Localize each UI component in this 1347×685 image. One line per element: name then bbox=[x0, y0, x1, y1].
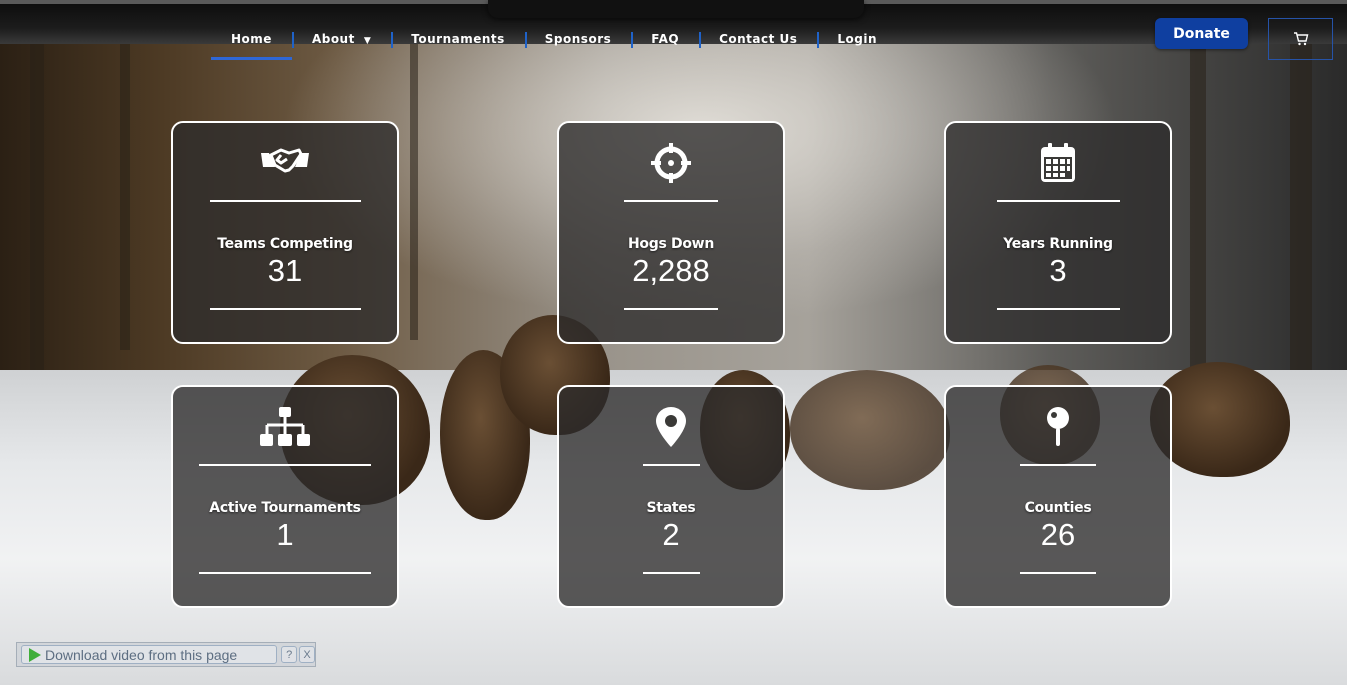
divider bbox=[199, 464, 371, 466]
divider bbox=[996, 308, 1120, 310]
calendar-icon bbox=[1040, 141, 1076, 185]
nav-about-label: About bbox=[311, 32, 355, 46]
play-icon bbox=[29, 647, 41, 662]
stat-card-active-tournaments: Active Tournaments 1 bbox=[171, 385, 399, 608]
stat-card-hogs-down: Hogs Down 2,288 bbox=[557, 121, 785, 344]
tree-trunk bbox=[1290, 40, 1312, 400]
nav-sponsors[interactable]: Sponsors bbox=[524, 28, 631, 60]
cart-icon bbox=[1293, 32, 1308, 46]
stat-card-teams-competing: Teams Competing 31 bbox=[171, 121, 399, 344]
nav-about[interactable]: About ▼ bbox=[291, 28, 391, 60]
stat-value: 31 bbox=[267, 253, 303, 288]
divider bbox=[624, 308, 718, 310]
sitemap-icon bbox=[259, 405, 311, 449]
download-video-toolbar: Download video from this page ? X bbox=[16, 642, 316, 667]
nav-home[interactable]: Home bbox=[211, 28, 292, 60]
cart-button[interactable] bbox=[1268, 18, 1333, 60]
stat-value: 2 bbox=[662, 517, 680, 552]
stat-value: 26 bbox=[1040, 517, 1076, 552]
help-button[interactable]: ? bbox=[281, 646, 298, 663]
stat-label: States bbox=[646, 500, 696, 516]
divider bbox=[1020, 464, 1096, 466]
divider bbox=[642, 464, 700, 466]
nav-login[interactable]: Login bbox=[817, 28, 897, 60]
divider bbox=[642, 572, 700, 574]
nav-sponsors-label: Sponsors bbox=[544, 32, 612, 46]
stat-card-states: States 2 bbox=[557, 385, 785, 608]
download-video-label: Download video from this page bbox=[45, 646, 238, 663]
map-marker-icon bbox=[655, 405, 687, 449]
divider bbox=[199, 572, 371, 574]
nav-tournaments-label: Tournaments bbox=[411, 32, 505, 46]
divider bbox=[1020, 572, 1096, 574]
stat-value: 3 bbox=[1049, 253, 1067, 288]
chevron-down-icon: ▼ bbox=[363, 36, 372, 46]
nav-tournaments[interactable]: Tournaments bbox=[391, 28, 525, 60]
crosshairs-icon bbox=[650, 141, 692, 185]
nav-contact-us[interactable]: Contact Us bbox=[699, 28, 817, 60]
close-button[interactable]: X bbox=[299, 646, 316, 663]
stat-card-years-running: Years Running 3 bbox=[944, 121, 1172, 344]
site-logo[interactable] bbox=[488, 0, 864, 18]
nav-faq-label: FAQ bbox=[651, 32, 680, 46]
handshake-icon bbox=[259, 141, 311, 185]
donate-button[interactable]: Donate bbox=[1155, 18, 1248, 49]
hog-image bbox=[790, 370, 950, 490]
stat-card-counties: Counties 26 bbox=[944, 385, 1172, 608]
nav-faq[interactable]: FAQ bbox=[631, 28, 699, 60]
tree-trunk bbox=[410, 40, 418, 340]
stat-label: Counties bbox=[1024, 500, 1092, 516]
divider bbox=[209, 200, 361, 202]
stat-label: Teams Competing bbox=[217, 236, 353, 252]
divider bbox=[624, 200, 718, 202]
tree-trunk bbox=[120, 40, 130, 350]
divider bbox=[209, 308, 361, 310]
tree-trunk bbox=[30, 40, 44, 370]
nav-login-label: Login bbox=[837, 32, 878, 46]
nav-contact-us-label: Contact Us bbox=[719, 32, 798, 46]
nav-home-label: Home bbox=[231, 32, 272, 46]
stat-label: Active Tournaments bbox=[209, 500, 361, 516]
tree-trunk bbox=[1190, 40, 1206, 380]
map-pin-icon bbox=[1045, 405, 1071, 449]
stat-value: 1 bbox=[276, 517, 294, 552]
divider bbox=[996, 200, 1120, 202]
main-nav: Home About ▼ Tournaments Sponsors FAQ Con… bbox=[211, 28, 897, 64]
stat-value: 2,288 bbox=[632, 253, 710, 288]
stat-label: Years Running bbox=[1003, 236, 1113, 252]
download-video-button[interactable]: Download video from this page bbox=[21, 645, 278, 664]
stat-label: Hogs Down bbox=[627, 236, 714, 252]
